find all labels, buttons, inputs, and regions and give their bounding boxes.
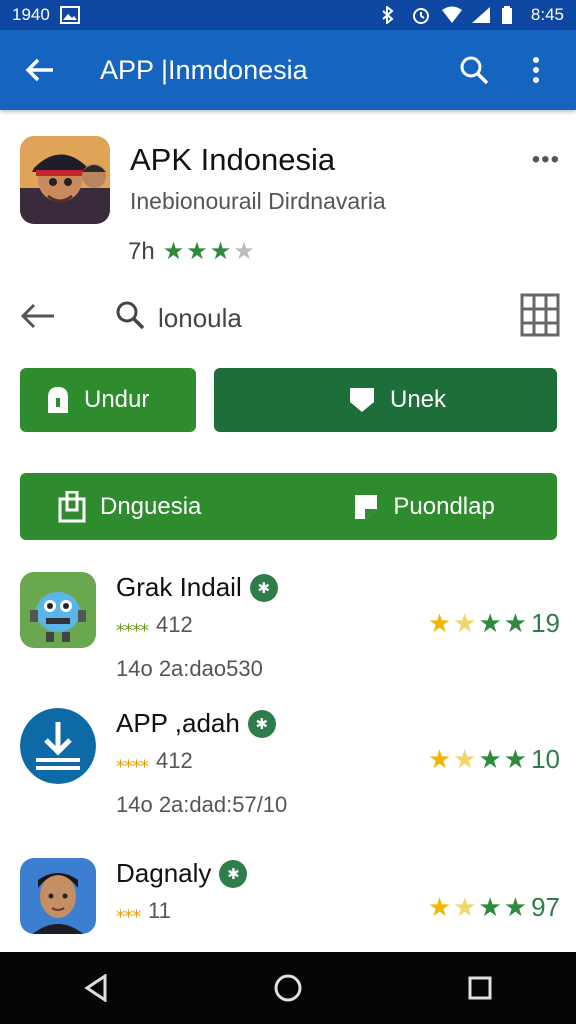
- rating-value: 19: [531, 608, 560, 638]
- list-item-sub: ⁎⁎⁎⁎ 412: [116, 612, 193, 638]
- list-item-date: 14o 2a:dao530: [116, 656, 263, 681]
- list-item[interactable]: APP ,adah ✱ ⁎⁎⁎⁎ 412 14o 2a:dad:57/10 ★ …: [20, 708, 560, 828]
- verified-badge-icon: ✱: [219, 859, 248, 888]
- search-row: lonoula: [20, 290, 560, 346]
- verified-badge-icon: ✱: [247, 709, 276, 738]
- list-item-sub: ⁎⁎⁎ 11: [116, 898, 171, 924]
- upload-button[interactable]: Puondlap: [353, 492, 495, 521]
- mini-stars: ⁎⁎⁎⁎: [116, 614, 149, 635]
- tag-icon: [353, 493, 379, 521]
- mini-stars: ⁎⁎⁎⁎: [116, 750, 149, 771]
- star-empty-icon: ★: [233, 238, 255, 265]
- star-filled-icon: ★: [478, 608, 502, 638]
- image-notification-icon: [59, 6, 80, 24]
- download-button-label: Undur: [84, 386, 150, 413]
- list-item-rating: ★ ★ ★ ★ 10: [428, 744, 560, 775]
- back-arrow-icon[interactable]: [18, 48, 62, 92]
- list-item-title: APP ,adah: [116, 708, 240, 738]
- rating-value: 10: [531, 744, 560, 774]
- upload-button-label: Puondlap: [393, 492, 495, 520]
- star-filled-icon: ★: [503, 892, 528, 922]
- star-filled-icon: ★: [478, 744, 502, 774]
- list-item[interactable]: Dagnaly ✱ ⁎⁎⁎ 11 ★ ★ ★ ★ 97: [20, 858, 560, 948]
- language-button-label: Dnguesia: [100, 492, 202, 520]
- search-icon[interactable]: [452, 48, 496, 92]
- mini-stars: ⁎⁎⁎: [116, 900, 141, 921]
- app-age: 7h: [128, 238, 155, 265]
- lock-icon: [46, 386, 70, 414]
- unlock-button[interactable]: Unek: [214, 368, 557, 432]
- language-button[interactable]: Dnguesia: [58, 490, 202, 523]
- person-app-icon: [20, 858, 96, 934]
- app-bar: APP |Inmdonesia: [0, 30, 576, 110]
- action-row-button[interactable]: Dnguesia Puondlap: [20, 473, 557, 540]
- alarm-icon: [411, 6, 431, 24]
- wifi-icon: [441, 6, 462, 24]
- nav-home-icon[interactable]: [258, 958, 318, 1018]
- star-filled-icon: ★: [453, 744, 477, 774]
- list-item-title: Grak Indail: [116, 572, 242, 602]
- download-button[interactable]: Undur: [20, 368, 196, 432]
- list-item-name: APP ,adah ✱: [116, 708, 276, 739]
- rating-value: 97: [531, 892, 560, 922]
- download-app-icon: [20, 708, 96, 784]
- list-item-count: 11: [148, 898, 171, 923]
- app-rating-stars: ★ ★ ★ ★: [163, 240, 255, 264]
- status-time-left: 1940: [12, 5, 50, 24]
- status-bar: 1940 8:45: [0, 0, 576, 30]
- star-filled-icon: ★: [453, 608, 477, 638]
- star-filled-icon: ★: [427, 744, 452, 774]
- status-time: 8:45: [530, 5, 564, 24]
- nav-recents-icon[interactable]: [450, 958, 510, 1018]
- list-item-sub: ⁎⁎⁎⁎ 412: [116, 748, 193, 774]
- overflow-menu-icon[interactable]: [514, 48, 558, 92]
- bluetooth-icon: [381, 4, 401, 26]
- robot-app-icon: [20, 572, 96, 648]
- system-nav-bar: [0, 952, 576, 1024]
- list-item-count: 412: [156, 612, 193, 637]
- star-filled-icon: ★: [162, 238, 185, 265]
- app-developer[interactable]: Inebionourail Dirdnavaria: [130, 188, 386, 215]
- signal-icon: [471, 6, 491, 24]
- app-meta: 7h ★ ★ ★ ★: [128, 238, 255, 266]
- star-filled-icon: ★: [209, 238, 232, 265]
- search-field[interactable]: lonoula: [114, 299, 520, 338]
- star-filled-icon: ★: [453, 892, 477, 922]
- list-item-rating: ★ ★ ★ ★ 97: [428, 892, 560, 923]
- star-filled-icon: ★: [503, 744, 528, 774]
- app-header: APK Indonesia ••• Inebionourail Dirdnava…: [20, 136, 560, 276]
- star-filled-icon: ★: [427, 608, 452, 638]
- grid-view-icon[interactable]: [520, 293, 560, 344]
- verified-badge-icon: ✱: [249, 573, 278, 602]
- shield-icon: [348, 386, 376, 414]
- list-item-name: Dagnaly ✱: [116, 858, 248, 889]
- list-item-date: 14o 2a:dad:57/10: [116, 792, 288, 817]
- star-filled-icon: ★: [186, 238, 208, 265]
- list-item[interactable]: Grak Indail ✱ ⁎⁎⁎⁎ 412 14o 2a:dao530 ★ ★…: [20, 572, 560, 692]
- star-filled-icon: ★: [427, 892, 452, 922]
- app-bar-title: APP |Inmdonesia: [100, 54, 308, 85]
- search-icon: [114, 299, 146, 338]
- more-options-icon[interactable]: •••: [532, 146, 560, 174]
- app-name: APK Indonesia: [130, 142, 336, 177]
- list-item-rating: ★ ★ ★ ★ 19: [428, 608, 560, 639]
- battery-icon: [501, 6, 521, 24]
- back-arrow-icon[interactable]: [20, 302, 64, 335]
- phone-icon: [58, 490, 86, 523]
- nav-back-icon[interactable]: [66, 958, 126, 1018]
- list-item-title: Dagnaly: [116, 858, 212, 888]
- list-item-name: Grak Indail ✱: [116, 572, 278, 603]
- app-avatar-icon[interactable]: [20, 136, 110, 224]
- unlock-button-label: Unek: [390, 386, 447, 413]
- list-item-count: 412: [156, 748, 193, 773]
- search-query: lonoula: [158, 302, 242, 333]
- star-filled-icon: ★: [478, 892, 502, 922]
- star-filled-icon: ★: [503, 608, 528, 638]
